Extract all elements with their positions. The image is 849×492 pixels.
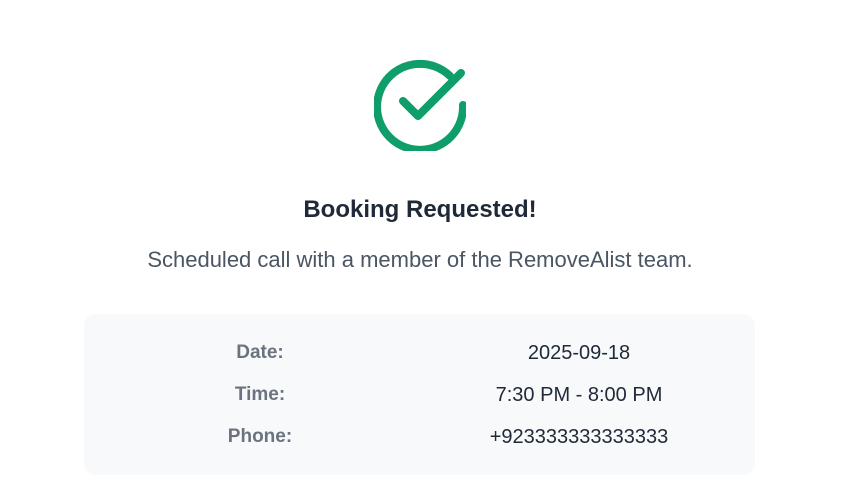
confirmation-message: Scheduled call with a member of the Remo… (147, 247, 693, 272)
phone-value: +923333333333333 (489, 426, 669, 448)
phone-label: Phone: (227, 426, 293, 447)
time-label: Time: (234, 384, 286, 405)
date-label: Date: (236, 342, 284, 363)
check-circle-icon (374, 59, 466, 151)
booking-details-panel: Date: 2025-09-18 Time: 7:30 PM - 8:00 PM… (84, 314, 755, 475)
detail-row-date: Date: 2025-09-18 (84, 339, 755, 367)
detail-row-phone: Phone: +923333333333333 (84, 423, 755, 451)
time-value: 7:30 PM - 8:00 PM (495, 384, 663, 406)
booking-confirmation: Booking Requested! Scheduled call with a… (0, 0, 849, 492)
date-value: 2025-09-18 (527, 342, 631, 364)
page-title: Booking Requested! (303, 196, 537, 223)
detail-row-time: Time: 7:30 PM - 8:00 PM (84, 381, 755, 409)
